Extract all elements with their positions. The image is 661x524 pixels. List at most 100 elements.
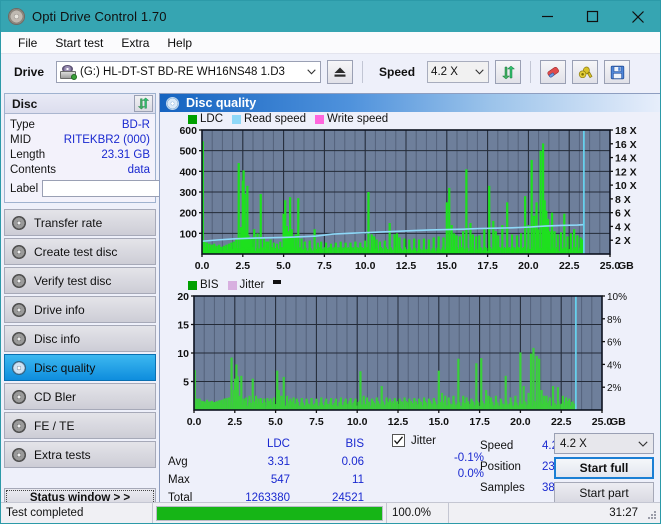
disc-row-contents-key: Contents bbox=[10, 164, 56, 176]
eject-button[interactable] bbox=[327, 60, 353, 84]
svg-text:8%: 8% bbox=[607, 315, 622, 326]
chart-bis-legend: BIS Jitter bbox=[160, 278, 660, 292]
svg-text:10.0: 10.0 bbox=[355, 260, 376, 272]
svg-text:15: 15 bbox=[177, 320, 189, 332]
menu-bar: File Start test Extra Help bbox=[1, 32, 660, 54]
results-row-avg-ldc: 3.31 bbox=[222, 454, 294, 470]
svg-text:GB: GB bbox=[618, 260, 634, 272]
sidebar-item-create-test-disc[interactable]: Create test disc bbox=[4, 238, 156, 265]
results-col-bis: BIS bbox=[296, 436, 368, 452]
refresh-button[interactable] bbox=[495, 60, 521, 84]
svg-text:200: 200 bbox=[179, 208, 197, 220]
svg-text:12.5: 12.5 bbox=[388, 416, 409, 428]
menu-file-label: File bbox=[18, 36, 37, 50]
maximize-icon[interactable] bbox=[570, 1, 615, 32]
sidebar-item-label: Create test disc bbox=[34, 245, 117, 259]
menu-file[interactable]: File bbox=[9, 34, 46, 52]
speed-label: Speed bbox=[379, 65, 415, 79]
sidebar: Disc Type BD-R MID RITE bbox=[1, 90, 159, 511]
menu-extra-label: Extra bbox=[121, 36, 149, 50]
sidebar-item-extra-tests[interactable]: Extra tests bbox=[4, 441, 156, 468]
svg-text:12.5: 12.5 bbox=[396, 260, 417, 272]
menu-extra[interactable]: Extra bbox=[112, 34, 158, 52]
disc-row-contents-value: data bbox=[128, 164, 150, 176]
window-controls bbox=[525, 1, 660, 32]
svg-text:12 X: 12 X bbox=[615, 166, 637, 178]
sidebar-item-label: Verify test disc bbox=[34, 274, 111, 288]
svg-text:22.5: 22.5 bbox=[559, 260, 580, 272]
svg-text:300: 300 bbox=[179, 187, 197, 199]
svg-text:2%: 2% bbox=[607, 383, 622, 394]
svg-text:7.5: 7.5 bbox=[309, 416, 324, 428]
speed-select[interactable]: 4.2 X bbox=[427, 61, 489, 83]
disc-row-contents: Contents data bbox=[10, 162, 150, 177]
svg-text:10%: 10% bbox=[607, 292, 627, 303]
resize-grip-icon[interactable] bbox=[647, 510, 657, 520]
sidebar-item-label: Transfer rate bbox=[34, 216, 102, 230]
jitter-checkbox[interactable] bbox=[392, 434, 405, 447]
sidebar-item-drive-info[interactable]: Drive info bbox=[4, 296, 156, 323]
erase-button[interactable] bbox=[540, 60, 566, 84]
svg-text:100: 100 bbox=[179, 228, 197, 240]
disc-refresh-button[interactable] bbox=[134, 95, 153, 112]
disc-icon bbox=[166, 97, 179, 110]
samples-key: Samples bbox=[480, 478, 540, 497]
svg-text:18 X: 18 X bbox=[615, 126, 637, 137]
start-full-button[interactable]: Start full bbox=[554, 457, 654, 479]
tools-button[interactable] bbox=[572, 60, 598, 84]
disc-row-length-key: Length bbox=[10, 149, 45, 161]
svg-text:GB: GB bbox=[610, 416, 626, 428]
sidebar-item-fe-te[interactable]: FE / TE bbox=[4, 412, 156, 439]
start-part-button[interactable]: Start part bbox=[554, 482, 654, 504]
sidebar-item-label: CD Bler bbox=[34, 390, 76, 404]
elapsed-time: 31:27 bbox=[448, 503, 660, 523]
svg-text:2.5: 2.5 bbox=[235, 260, 250, 272]
menu-start-test[interactable]: Start test bbox=[46, 34, 112, 52]
legend-label-bis: BIS bbox=[200, 279, 219, 291]
svg-text:20.0: 20.0 bbox=[518, 260, 539, 272]
disc-row-mid: MID RITEKBR2 (000) bbox=[10, 132, 150, 147]
title-bar: Opti Drive Control 1.70 bbox=[1, 1, 660, 32]
disc-icon bbox=[12, 390, 26, 404]
table-row: Avg 3.31 0.06 bbox=[168, 454, 368, 470]
close-icon[interactable] bbox=[615, 1, 660, 32]
legend-swatch-jitter bbox=[228, 281, 237, 290]
legend-label-ldc: LDC bbox=[200, 113, 223, 125]
legend-label-write-speed: Write speed bbox=[327, 113, 388, 125]
toolbar: Drive (G:) HL-DT-ST BD-RE WH16NS48 1.D3 … bbox=[1, 54, 660, 90]
svg-text:10.0: 10.0 bbox=[347, 416, 368, 428]
disc-icon bbox=[12, 332, 26, 346]
drive-label: Drive bbox=[14, 65, 44, 79]
sidebar-item-label: Drive info bbox=[34, 303, 85, 317]
minimize-icon[interactable] bbox=[525, 1, 570, 32]
svg-text:5: 5 bbox=[183, 377, 189, 389]
svg-text:6%: 6% bbox=[607, 338, 622, 349]
test-speed-select[interactable]: 4.2 X bbox=[554, 433, 654, 454]
menu-help[interactable]: Help bbox=[158, 34, 201, 52]
app-disc-icon bbox=[8, 8, 25, 25]
sidebar-item-disc-info[interactable]: Disc info bbox=[4, 325, 156, 352]
disc-row-type-key: Type bbox=[10, 119, 35, 131]
charts-area: LDC Read speed Write speed 1002003004005… bbox=[160, 112, 660, 432]
disc-label-key: Label bbox=[10, 183, 38, 195]
sidebar-item-transfer-rate[interactable]: Transfer rate bbox=[4, 209, 156, 236]
disc-icon bbox=[12, 361, 26, 375]
legend-entry-write-speed: Write speed bbox=[315, 113, 388, 125]
progress-percent: 100.0% bbox=[386, 503, 448, 523]
sidebar-item-disc-quality[interactable]: Disc quality bbox=[4, 354, 156, 381]
disc-icon bbox=[12, 245, 26, 259]
jitter-label: Jitter bbox=[411, 435, 436, 447]
disc-icon bbox=[12, 274, 26, 288]
save-button[interactable] bbox=[604, 60, 630, 84]
sidebar-item-label: Disc quality bbox=[34, 361, 95, 375]
sidebar-item-cd-bler[interactable]: CD Bler bbox=[4, 383, 156, 410]
chart-ldc[interactable]: 1002003004005006002 X4 X6 X8 X10 X12 X14… bbox=[160, 126, 660, 276]
svg-text:8 X: 8 X bbox=[615, 194, 631, 206]
sidebar-item-verify-test-disc[interactable]: Verify test disc bbox=[4, 267, 156, 294]
drive-select[interactable]: (G:) HL-DT-ST BD-RE WH16NS48 1.D3 bbox=[56, 61, 321, 83]
legend-swatch-read-speed bbox=[232, 115, 241, 124]
progress-track bbox=[156, 506, 383, 521]
legend-swatch-bis bbox=[188, 281, 197, 290]
chart-bis[interactable]: 51015202%4%6%8%10%0.02.55.07.510.012.515… bbox=[160, 292, 660, 432]
results-row-max-ldc: 547 bbox=[222, 472, 294, 488]
